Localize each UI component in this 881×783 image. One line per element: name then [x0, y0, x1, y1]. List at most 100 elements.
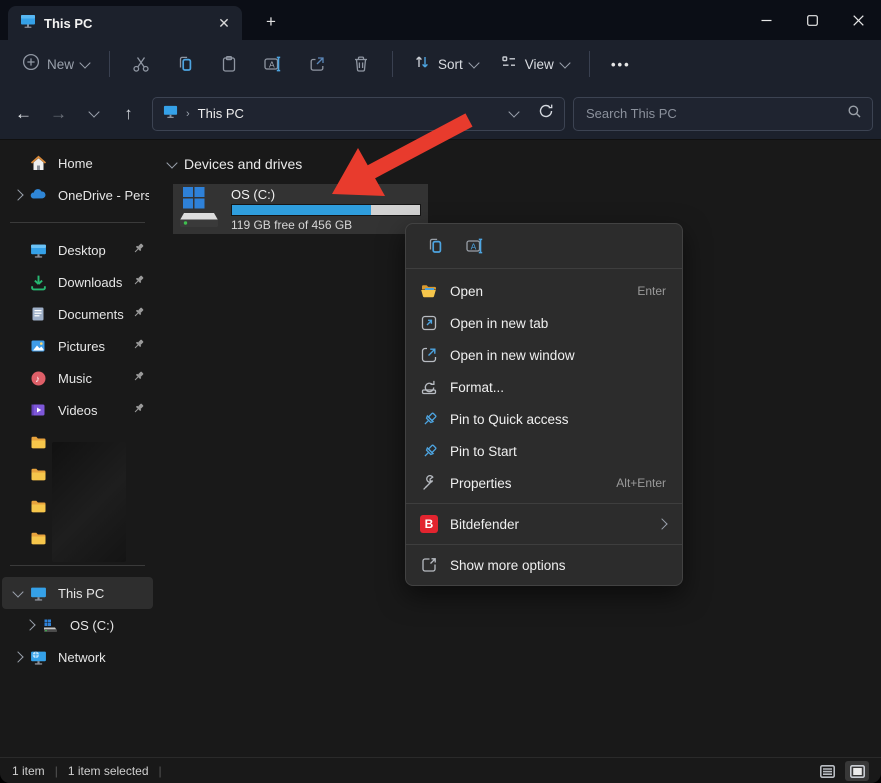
videos-icon [28, 400, 48, 420]
sidebar-item-pictures[interactable]: Pictures [2, 330, 153, 362]
share-button[interactable] [296, 47, 338, 81]
context-menu-item-show-more-options[interactable]: Show more options [406, 549, 682, 581]
chevron-right-icon [24, 619, 35, 630]
sort-button[interactable]: Sort [403, 47, 488, 82]
this-pc-icon [163, 104, 178, 124]
sidebar-item-downloads[interactable]: Downloads [2, 266, 153, 298]
status-divider: | [55, 764, 58, 778]
pin-icon [132, 274, 145, 290]
tab-close-icon[interactable]: ✕ [212, 11, 236, 35]
format-drive-icon [420, 378, 438, 396]
context-menu-item-pin-to-start[interactable]: Pin to Start [406, 435, 682, 467]
context-menu: A Open Enter Open in new tab Open in new… [405, 223, 683, 586]
paste-button[interactable] [208, 47, 250, 81]
svg-text:A: A [269, 59, 275, 69]
open-new-window-icon [420, 346, 438, 364]
wrench-icon [420, 474, 438, 492]
titlebar: This PC ✕ + [0, 0, 881, 40]
context-menu-divider [406, 544, 682, 545]
large-icons-view-button[interactable] [845, 761, 869, 781]
folder-icon [28, 432, 48, 452]
context-menu-item-bitdefender[interactable]: B Bitdefender [406, 508, 682, 540]
file-explorer-window: This PC ✕ + New A Sort View [0, 0, 881, 783]
status-divider: | [159, 764, 162, 778]
maximize-button[interactable] [789, 0, 835, 40]
search-box[interactable] [573, 97, 873, 131]
chevron-right-icon [12, 651, 23, 662]
breadcrumb-this-pc[interactable]: This PC [198, 106, 244, 121]
pin-icon [132, 242, 145, 258]
chevron-down-icon [468, 57, 479, 68]
address-dropdown-icon[interactable] [508, 106, 519, 117]
sidebar-divider [10, 565, 145, 566]
folder-icon [28, 464, 48, 484]
search-input[interactable] [584, 105, 847, 122]
refresh-icon[interactable] [538, 103, 554, 124]
new-button[interactable]: New [12, 47, 99, 82]
up-button[interactable]: ↑ [113, 98, 144, 130]
shortcut-hint: Enter [637, 284, 666, 298]
open-new-tab-icon [420, 314, 438, 332]
show-more-options-icon [420, 556, 438, 574]
context-menu-item-pin-to-quick-access[interactable]: Pin to Quick access [406, 403, 682, 435]
folder-icon [28, 528, 48, 548]
sort-label: Sort [438, 57, 463, 72]
drive-icon [40, 615, 60, 635]
context-menu-divider [406, 503, 682, 504]
sidebar-item-desktop[interactable]: Desktop [2, 234, 153, 266]
toolbar-divider [589, 51, 590, 77]
home-icon [28, 153, 48, 173]
chevron-down-icon [166, 157, 177, 168]
rename-button[interactable]: A [252, 47, 294, 81]
copy-button[interactable] [420, 231, 450, 261]
forward-button[interactable]: → [43, 98, 74, 130]
sidebar-item-os-c[interactable]: OS (C:) [2, 609, 153, 641]
context-menu-item-properties[interactable]: Properties Alt+Enter [406, 467, 682, 499]
sidebar-item-onedrive[interactable]: OneDrive - Persona [2, 179, 153, 211]
this-pc-icon [20, 13, 36, 34]
delete-button[interactable] [340, 47, 382, 81]
context-menu-item-format[interactable]: Format... [406, 371, 682, 403]
sidebar-item-documents[interactable]: Documents [2, 298, 153, 330]
tab-title: This PC [44, 16, 204, 31]
devices-and-drives-header[interactable]: Devices and drives [168, 152, 881, 176]
sidebar-item-network[interactable]: Network [2, 641, 153, 673]
view-button[interactable]: View [490, 47, 579, 82]
sidebar-divider [10, 222, 145, 223]
chevron-down-icon [79, 57, 90, 68]
recent-locations-button[interactable] [78, 98, 109, 130]
tab-this-pc[interactable]: This PC ✕ [8, 6, 242, 40]
sidebar-item-music[interactable]: ♪ Music [2, 362, 153, 394]
svg-text:A: A [471, 241, 477, 251]
copy-button[interactable] [164, 47, 206, 81]
drive-tile-os-c[interactable]: OS (C:) 119 GB free of 456 GB [173, 184, 428, 234]
open-folder-icon [420, 282, 438, 300]
search-icon [847, 104, 862, 124]
minimize-button[interactable] [743, 0, 789, 40]
chevron-right-icon [12, 189, 23, 200]
chevron-down-icon [559, 57, 570, 68]
submenu-chevron-icon [656, 518, 667, 529]
drive-free-space: 119 GB free of 456 GB [231, 218, 421, 232]
item-count: 1 item [12, 764, 45, 778]
sidebar-item-this-pc[interactable]: This PC [2, 577, 153, 609]
toolbar-divider [392, 51, 393, 77]
desktop-icon [28, 240, 48, 260]
address-bar[interactable]: › This PC [152, 97, 565, 131]
see-more-button[interactable]: ••• [600, 47, 642, 81]
cut-button[interactable] [120, 47, 162, 81]
chevron-down-icon [12, 586, 23, 597]
rename-button[interactable]: A [460, 231, 490, 261]
svg-text:♪: ♪ [35, 374, 40, 385]
details-view-button[interactable] [815, 761, 839, 781]
sidebar-item-videos[interactable]: Videos [2, 394, 153, 426]
close-button[interactable] [835, 0, 881, 40]
sort-icon [413, 53, 431, 76]
context-menu-item-open-in-new-window[interactable]: Open in new window [406, 339, 682, 371]
context-menu-item-open-in-new-tab[interactable]: Open in new tab [406, 307, 682, 339]
new-tab-button[interactable]: + [256, 8, 286, 36]
context-menu-item-open[interactable]: Open Enter [406, 275, 682, 307]
navigation-bar: ← → ↑ › This PC [0, 88, 881, 140]
back-button[interactable]: ← [8, 98, 39, 130]
sidebar-item-home[interactable]: Home [2, 147, 153, 179]
